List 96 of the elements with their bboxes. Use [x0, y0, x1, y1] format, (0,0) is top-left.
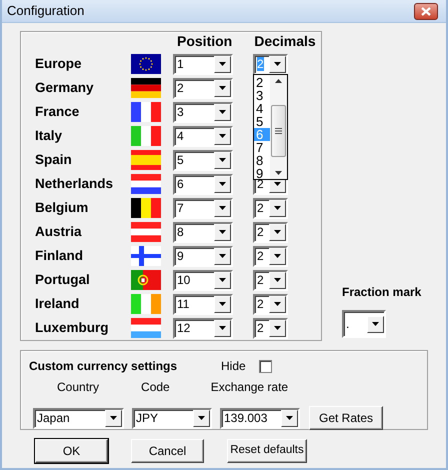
dropdown[interactable]: 2 [253, 246, 288, 266]
field-label: Fraction mark [342, 284, 422, 301]
close-icon [421, 6, 431, 16]
caret-icon [219, 86, 226, 90]
country-label: Finland [35, 246, 84, 265]
country-label: Austria [35, 222, 83, 241]
get-rates-button[interactable]: Get Rates [309, 406, 383, 430]
caret-icon [219, 182, 226, 186]
dialog-button[interactable]: Reset defaults [227, 439, 307, 463]
window-title: Configuration [7, 2, 84, 20]
caret-icon [219, 302, 226, 306]
flag-icon [131, 270, 161, 290]
flag-icon [131, 318, 161, 338]
dropdown[interactable]: 11 [173, 294, 233, 314]
dropdown[interactable]: 12 [173, 318, 233, 338]
country-label: Spain [35, 150, 73, 169]
country-label: Germany [35, 78, 95, 97]
caret-icon [219, 134, 226, 138]
section-title: Custom currency settings [29, 358, 178, 375]
flag-icon [131, 78, 161, 98]
list-option[interactable]: 8 [254, 154, 270, 167]
country-label: Europe [35, 54, 83, 73]
column-header: Position [177, 32, 232, 51]
flag-icon [131, 222, 161, 242]
flag-icon [131, 54, 161, 74]
flag-icon [131, 150, 161, 170]
dropdown[interactable]: 2 [173, 78, 233, 98]
caret-icon [219, 326, 226, 330]
column-label: Exchange rate [210, 379, 288, 396]
dropdown[interactable]: 7 [173, 198, 233, 218]
dropdown[interactable]: 2 [253, 318, 288, 338]
dropdown[interactable]: 2 [253, 270, 288, 290]
scroll-thumb[interactable] [271, 105, 286, 157]
country-label: Italy [35, 126, 64, 145]
column-label: Country [57, 379, 100, 396]
country-label: Luxemburg [35, 318, 110, 337]
column-header: Decimals [254, 32, 316, 51]
country-label: Belgium [35, 198, 90, 217]
dropdown[interactable]: 2 [253, 198, 288, 218]
caret-icon [372, 322, 379, 326]
dropdown[interactable]: 10 [173, 270, 233, 290]
dropdown[interactable]: JPY [132, 408, 212, 428]
checkbox[interactable] [258, 360, 272, 372]
checkbox-label: Hide [221, 358, 246, 375]
dialog-button[interactable]: Cancel [131, 439, 204, 463]
list-option[interactable]: 3 [254, 89, 270, 102]
caret-icon [274, 326, 281, 330]
dropdown[interactable]: 2 [253, 222, 288, 242]
grip-icon [275, 128, 282, 134]
caret-icon [110, 416, 117, 420]
dropdown[interactable]: 6 [173, 174, 233, 194]
dropdown[interactable]: 8 [173, 222, 233, 242]
dropdown[interactable]: Japan [33, 408, 124, 428]
caret-icon [219, 206, 226, 210]
caret-icon [198, 416, 205, 420]
caret-icon [219, 158, 226, 162]
scroll-up-icon[interactable] [275, 79, 282, 83]
caret-icon [219, 110, 226, 114]
caret-icon [274, 182, 281, 186]
caret-icon [219, 230, 226, 234]
caret-icon [274, 206, 281, 210]
list-option[interactable]: 5 [254, 115, 270, 128]
flag-icon [131, 294, 161, 314]
dropdown[interactable]: 5 [173, 150, 233, 170]
dropdown[interactable]: . [342, 310, 386, 338]
country-label: Ireland [35, 294, 80, 313]
flag-icon [131, 198, 161, 218]
caret-icon [274, 62, 281, 66]
flag-icon [131, 246, 161, 266]
caret-icon [286, 416, 293, 420]
dropdown[interactable]: 1 [173, 54, 233, 74]
caret-icon [274, 278, 281, 282]
caret-icon [219, 62, 226, 66]
caret-icon [274, 254, 281, 258]
dropdown[interactable]: 3 [173, 102, 233, 122]
scrollbar[interactable] [270, 75, 287, 179]
dialog-button[interactable]: OK [35, 439, 108, 463]
flag-icon [131, 174, 161, 194]
caret-icon [219, 254, 226, 258]
dropdown[interactable]: 2 [253, 294, 288, 314]
caret-icon [219, 278, 226, 282]
close-button[interactable] [414, 2, 438, 20]
flag-icon [131, 102, 161, 122]
list-option[interactable]: 4 [254, 102, 270, 115]
country-label: Portugal [35, 270, 91, 289]
dropdown[interactable]: 139.003 [220, 408, 300, 428]
flag-icon [131, 126, 161, 146]
list-option[interactable]: 2 [254, 76, 270, 89]
list-option[interactable]: 7 [254, 141, 270, 154]
column-label: Code [141, 379, 170, 396]
dropdown[interactable]: 9 [173, 246, 233, 266]
dropdown[interactable]: 4 [173, 126, 233, 146]
country-label: France [35, 102, 80, 121]
caret-icon [274, 230, 281, 234]
country-label: Netherlands [35, 174, 114, 193]
caret-icon [274, 302, 281, 306]
